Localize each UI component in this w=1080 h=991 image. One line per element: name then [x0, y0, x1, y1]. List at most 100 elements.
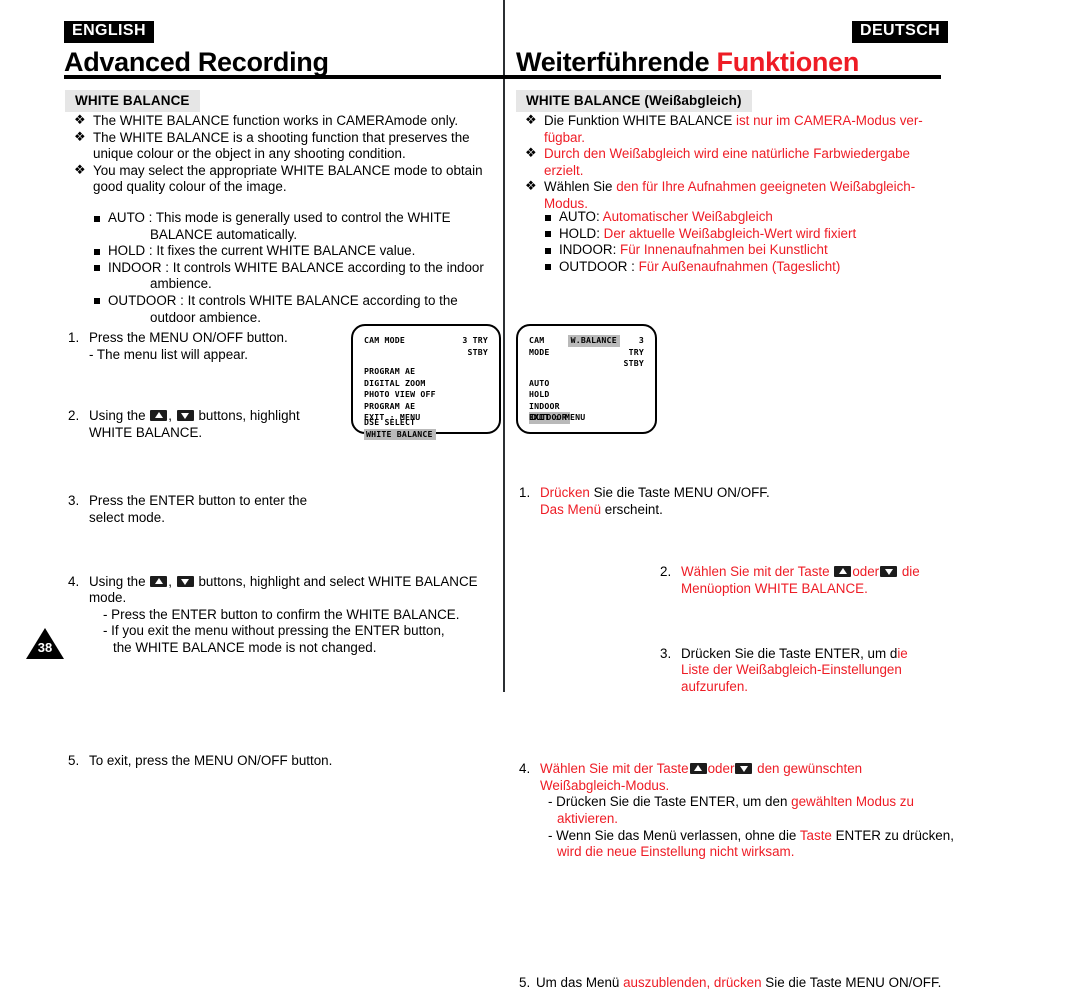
step-subtext-black: - Drücken Sie die Taste ENTER, um den [548, 794, 792, 810]
bullet-item: ❖ Durch den Weißabgleich wird eine natürl… [525, 145, 961, 163]
mode-label-red: Für Außenaufnahmen (Tageslicht) [638, 258, 841, 274]
step-text: Wählen Sie mit der Taste oder den gewünsc… [540, 761, 985, 778]
german-step-4: 4. Wählen Sie mit der Taste oder den gewü… [519, 761, 985, 861]
square-bullet-icon [545, 247, 551, 254]
step-text-post: buttons, highlight [194, 408, 300, 424]
clover-bullet-icon: ❖ [525, 178, 537, 194]
mode-label: HOLD : It fixes the current WHITE BALANC… [108, 243, 416, 259]
lcd-selected-highlight: WHITE BALANCE [364, 428, 436, 440]
button-down-icon[interactable] [880, 566, 898, 578]
section-title-german: WHITE BALANCE (Weißabgleich) [516, 90, 752, 112]
button-up-icon[interactable] [150, 575, 168, 587]
button-down-icon[interactable] [176, 575, 194, 587]
mode-label-red: Der aktuelle Weißabgleich-Wert wird fixi… [603, 225, 857, 241]
manual-page: ENGLISH DEUTSCH Advanced Recording Weite… [0, 0, 1080, 990]
english-step-2: 2. Using the , buttons, highlight WHITE … [68, 408, 379, 441]
header-rule [64, 75, 941, 79]
bullet-item: ❖ You may select the appropriate WHITE BA… [74, 162, 504, 196]
lcd-content: CAM MODE 3 TRY STBY PROGRAM AE DIGITAL Z… [353, 326, 499, 440]
step-number: 3. [660, 645, 672, 661]
mode-continuation: BALANCE automatically. [150, 226, 298, 242]
mode-item: AUTO : This mode is generally used to co… [94, 210, 504, 227]
lcd-menu-item[interactable]: PROGRAM AE [364, 401, 488, 413]
step-subtext-red: Das Menü [540, 501, 602, 517]
lcd-screen-submenu: CAM MODE W.BALANCE 3 TRY STBY AUTO HOLD … [516, 324, 657, 434]
chapter-title-english: Advanced Recording [64, 47, 329, 77]
bullet-text-black: Wählen Sie [544, 179, 617, 195]
bullet-text-red-cont: erzielt. [544, 162, 584, 178]
step-text-mid: , [168, 408, 176, 424]
button-up-icon[interactable] [150, 410, 168, 422]
lcd-menu-item[interactable]: DIGITAL ZOOM [364, 378, 488, 390]
button-up-icon[interactable] [834, 566, 852, 578]
square-bullet-icon [545, 214, 551, 221]
german-step-2: 2. Wählen Sie mit der Taste oder die Men… [660, 564, 981, 597]
step-text: Using the , buttons, highlight and selec… [89, 574, 524, 591]
lcd-menu-item[interactable]: HOLD [529, 389, 644, 401]
english-intro-bullets: ❖ The WHITE BALANCE function works in CAM… [74, 112, 504, 196]
chapter-title-german-accent: Funktionen [716, 47, 860, 77]
step-text-post: den gewünschten [753, 761, 863, 777]
language-tag-german: DEUTSCH [852, 21, 949, 43]
lcd-standby-label: STBY [467, 346, 488, 357]
lcd-tape-counter: 3 TRY [628, 335, 644, 357]
step-number: 5. [519, 974, 531, 990]
step-number: 5. [68, 752, 80, 768]
square-bullet-icon [545, 231, 551, 238]
page-number-text: 38 [37, 640, 53, 655]
mode-label-black: OUTDOOR : [559, 258, 639, 274]
step-text: Um das Menü auszublenden, drücken Sie di… [536, 975, 981, 991]
step-text-mid: oder [707, 761, 735, 777]
step-subtext: the WHITE BALANCE mode is not changed. [113, 639, 377, 655]
section-title-english: WHITE BALANCE [65, 90, 200, 112]
lcd-menu-item-selected[interactable]: WHITE BALANCE [364, 428, 488, 440]
lcd-menu-item[interactable]: AUTO [529, 378, 644, 390]
lcd-menu-item[interactable]: PHOTO VIEW OFF [364, 389, 488, 401]
mode-item: OUTDOOR : It controls WHITE BALANCE acco… [94, 293, 504, 310]
step-subtext-red: gewählten Modus zu [791, 794, 914, 810]
button-down-icon[interactable] [176, 410, 194, 422]
button-down-icon[interactable] [735, 763, 753, 775]
step-text: Drücken Sie die Taste ENTER, um die [681, 646, 981, 663]
german-intro-bullets: ❖ Die Funktion WHITE BALANCE ist nur im C… [525, 112, 961, 213]
step-number: 1. [68, 330, 80, 345]
step-text-red: auszublenden, drücken [623, 974, 762, 990]
lcd-footer: EXIT : MENU [529, 411, 586, 422]
lcd-menu-item[interactable]: PROGRAM AE [364, 366, 488, 378]
german-mode-list: AUTO: Automatischer Weißabgleich HOLD: D… [545, 209, 965, 275]
step-number: 1. [519, 485, 531, 501]
step-text-black2: Sie die Taste MENU ON/OFF. [761, 974, 942, 990]
clover-bullet-icon: ❖ [525, 145, 537, 161]
english-step-4: 4. Using the , buttons, highlight and se… [68, 574, 524, 657]
bullet-text: The WHITE BALANCE is a shooting function… [93, 129, 470, 162]
step-subtext: - The menu list will appear. [89, 346, 249, 362]
mode-label-red: Automatischer Weißabgleich [602, 209, 773, 224]
bullet-item: ❖ The WHITE BALANCE is a shooting functio… [74, 128, 504, 163]
clover-bullet-icon: ❖ [74, 128, 86, 144]
english-mode-list: AUTO : This mode is generally used to co… [94, 210, 504, 326]
step-text-red: ie [897, 645, 908, 661]
clover-bullet-icon: ❖ [74, 112, 86, 127]
german-step-1: 1. Drücken Sie die Taste MENU ON/OFF. Da… [519, 485, 970, 518]
lcd-content: CAM MODE W.BALANCE 3 TRY STBY AUTO HOLD … [518, 326, 655, 432]
bullet-text-red: ist nur im CAMERA-Modus ver- [736, 113, 923, 128]
button-up-icon[interactable] [689, 763, 707, 775]
mode-item: OUTDOOR : Für Außenaufnahmen (Tageslicht… [545, 259, 965, 276]
lcd-mode-label: CAM MODE [529, 335, 550, 357]
square-bullet-icon [94, 248, 100, 255]
english-step-3: 3. Press the ENTER button to enter the s… [68, 493, 379, 526]
german-step-3: 3. Drücken Sie die Taste ENTER, um die L… [660, 646, 981, 696]
bullet-text-red: Durch den Weißabgleich wird eine natürli… [544, 146, 910, 162]
lcd-footer: EXIT : MENU [364, 411, 421, 422]
mode-label: OUTDOOR : It controls WHITE BALANCE acco… [108, 292, 458, 308]
bullet-item: ❖ Die Funktion WHITE BALANCE ist nur im C… [525, 112, 961, 130]
step-text-post: die [898, 564, 920, 580]
step-text: Press the MENU ON/OFF button. [89, 330, 288, 345]
chapter-title-german-main: Weiterführende [516, 47, 717, 77]
mode-item: INDOOR : It controls WHITE BALANCE accor… [94, 260, 504, 277]
square-bullet-icon [94, 298, 100, 305]
bullet-item: ❖ The WHITE BALANCE function works in CAM… [74, 112, 504, 130]
english-step-1: 1. Press the MENU ON/OFF button. - The m… [68, 330, 379, 363]
lcd-menu-item[interactable]: INDOOR [529, 401, 644, 413]
mode-label: INDOOR : It controls WHITE BALANCE accor… [108, 259, 484, 275]
